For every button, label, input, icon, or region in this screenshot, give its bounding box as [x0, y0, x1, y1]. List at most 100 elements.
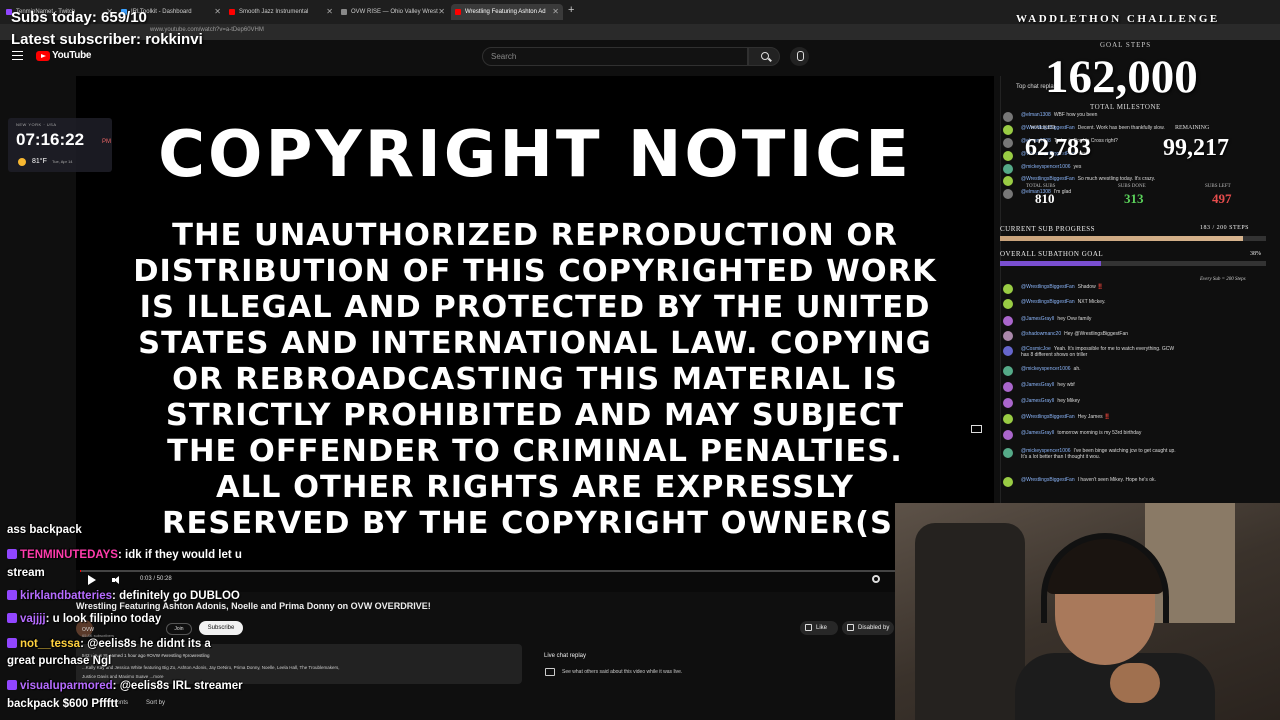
browser-tab-active[interactable]: Wrestling Featuring Ashton Ad ✕ — [451, 4, 563, 20]
twitch-badge-icon — [7, 590, 17, 600]
chat-avatar[interactable] — [1003, 125, 1013, 135]
subs-today: Subs today: 659/10 — [11, 9, 147, 26]
clock-widget: NEW YORK · USA 07:16:22 PM 81°F Tue, Apr… — [8, 118, 112, 172]
chat-avatar[interactable] — [1003, 366, 1013, 376]
chat-avatar[interactable] — [1003, 382, 1013, 392]
twitch-badge-icon — [7, 680, 17, 690]
twitch-chat-message: not__tessa: @eelis8s he didnt its a — [7, 638, 211, 650]
chat-text: hey Ovw family — [1057, 316, 1092, 322]
chat-avatar[interactable] — [1003, 430, 1013, 440]
chat-message: @WrestlingsBiggestFan So much wrestling t… — [1003, 176, 1181, 186]
notice-line: STRICTLY PROHIBITED AND MAY SUBJECT — [165, 398, 905, 433]
chat-avatar[interactable] — [1003, 164, 1013, 174]
notice-line: ALL OTHER RIGHTS ARE EXPRESSLY — [216, 470, 854, 505]
chat-avatar[interactable] — [1003, 316, 1013, 326]
search-button[interactable] — [748, 47, 780, 66]
chat-author[interactable]: @JamesGrayII — [1021, 430, 1054, 436]
screen: TenminNamet - Twitch ✕ IRLToolkit - Dashb… — [0, 0, 1280, 720]
settings-icon[interactable] — [872, 575, 880, 583]
chat-message: @CosmicJoe Yeah. It's impossible for me t… — [1003, 346, 1181, 358]
remaining-value: 99,217 — [1163, 135, 1229, 161]
chat-avatar[interactable] — [1003, 176, 1013, 186]
close-icon[interactable]: ✕ — [552, 4, 559, 20]
waddlethon-title: WADDLETHON CHALLENGE — [1016, 13, 1220, 25]
chat-avatar[interactable] — [1003, 299, 1013, 309]
chat-avatar[interactable] — [1003, 112, 1013, 122]
browser-tab[interactable]: Smooth Jazz Instrumental ✕ — [225, 4, 337, 20]
live-replay-title: Live chat replay — [544, 653, 587, 659]
chat-text: tomorrow morning is my 53rd birthday — [1057, 430, 1142, 436]
tab-favicon-icon — [455, 9, 461, 15]
chat-author[interactable]: @WrestlingsBiggestFan — [1021, 414, 1075, 420]
chat-author[interactable]: @WrestlingsBiggestFan — [1021, 284, 1075, 290]
subs-left-value: 497 — [1212, 191, 1232, 206]
chat-avatar[interactable] — [1003, 138, 1013, 148]
chat-icon — [545, 668, 555, 676]
microphone-icon[interactable] — [790, 47, 809, 66]
video-player[interactable]: COPYRIGHT NOTICE THE UNAUTHORIZED REPROD… — [76, 76, 994, 570]
miniplayer-icon[interactable] — [971, 425, 982, 433]
menu-icon[interactable] — [12, 51, 23, 60]
chat-author[interactable]: @WrestlingsBiggestFan — [1021, 299, 1075, 305]
chat-author[interactable]: @WrestlingsBiggestFan — [1021, 477, 1075, 483]
twitch-chat-text: backpack $600 Pffftt — [7, 698, 119, 710]
subs-left-label: SUBS LEFT — [1205, 184, 1231, 189]
dislike-label: Disabled by — [858, 625, 890, 631]
search-input[interactable]: Search — [482, 47, 748, 66]
chat-author[interactable]: @shadowmanc20 — [1021, 331, 1061, 337]
chat-avatar[interactable] — [1003, 151, 1013, 161]
chat-avatar[interactable] — [1003, 448, 1013, 458]
tab-favicon-icon — [229, 9, 235, 15]
remaining-label: REMAINING — [1175, 125, 1210, 131]
twitch-badge-icon — [7, 549, 17, 559]
current-sub-progress-bar — [1000, 236, 1266, 241]
new-tab-icon[interactable]: + — [568, 4, 574, 16]
dislike-button[interactable]: Disabled by — [842, 621, 894, 635]
chat-author[interactable]: @JamesGrayII — [1021, 382, 1054, 388]
current-sub-progress-label: CURRENT SUB PROGRESS — [1000, 225, 1096, 233]
chat-author[interactable]: @WrestlingsBiggestFan — [1021, 176, 1075, 182]
close-icon[interactable]: ✕ — [438, 4, 445, 20]
search-placeholder: Search — [491, 52, 517, 61]
chat-text: ah. — [1073, 366, 1081, 372]
webcam-feed — [895, 503, 1280, 720]
thumbs-down-icon — [847, 624, 854, 631]
chat-text: hey wbf — [1057, 382, 1075, 388]
chat-avatar[interactable] — [1003, 331, 1013, 341]
chat-avatar[interactable] — [1003, 189, 1013, 199]
close-icon[interactable]: ✕ — [214, 4, 221, 20]
tab-label: Wrestling Featuring Ashton Ad — [465, 9, 546, 15]
clock-ampm: PM — [102, 139, 111, 145]
chat-avatar[interactable] — [1003, 346, 1013, 356]
clock-temperature: 81°F — [32, 158, 47, 165]
chat-text: I haven't seen Mikey. Hope he's ok. — [1077, 477, 1156, 483]
notice-line: THE OFFENDER TO CRIMINAL PENALTIES. — [167, 434, 903, 469]
notice-body: THE UNAUTHORIZED REPRODUCTION OR DISTRIBU… — [106, 218, 964, 542]
chat-text: Shadow ‼️ — [1077, 284, 1104, 290]
twitch-badge-icon — [7, 638, 17, 648]
chat-message: @WrestlingsBiggestFan Hey James ‼️ — [1003, 414, 1181, 424]
close-icon[interactable]: ✕ — [326, 4, 333, 20]
chat-avatar[interactable] — [1003, 477, 1013, 487]
chat-avatar[interactable] — [1003, 414, 1013, 424]
notice-line: STATES AND INTERNATIONAL LAW. COPYING — [138, 326, 932, 361]
chat-text: Decent. Work has been thankfully slow. — [1077, 125, 1165, 131]
walked-value: 62,783 — [1025, 135, 1091, 161]
browser-tab[interactable]: OVW RISE — Ohio Valley Wrest ✕ — [337, 4, 449, 20]
like-button[interactable]: Like — [800, 621, 838, 635]
chat-author[interactable]: @mickeyspencer1006 — [1021, 164, 1071, 170]
chat-avatar[interactable] — [1003, 284, 1013, 294]
youtube-logo-icon[interactable] — [36, 51, 50, 61]
chat-author[interactable]: @elman1308 — [1021, 112, 1051, 118]
notice-line: OR REBROADCASTING THIS MATERIAL IS — [172, 362, 898, 397]
chat-author[interactable]: @mickeyspencer1006 — [1021, 366, 1071, 372]
chat-author[interactable]: @JamesGrayII — [1021, 398, 1054, 404]
twitch-chat-text: u look filipino today — [52, 613, 162, 625]
twitch-chat-text: definitely go DUBLOO — [119, 590, 240, 602]
live-replay-text: See what others said about this video wh… — [562, 669, 683, 675]
twitch-chat-text: @eelis8s he didnt its a — [87, 638, 211, 650]
chat-author[interactable]: @JamesGrayII — [1021, 316, 1054, 322]
webcam-person-hand — [1110, 663, 1160, 703]
chat-avatar[interactable] — [1003, 398, 1013, 408]
youtube-logo-text[interactable]: YouTube — [52, 50, 92, 61]
